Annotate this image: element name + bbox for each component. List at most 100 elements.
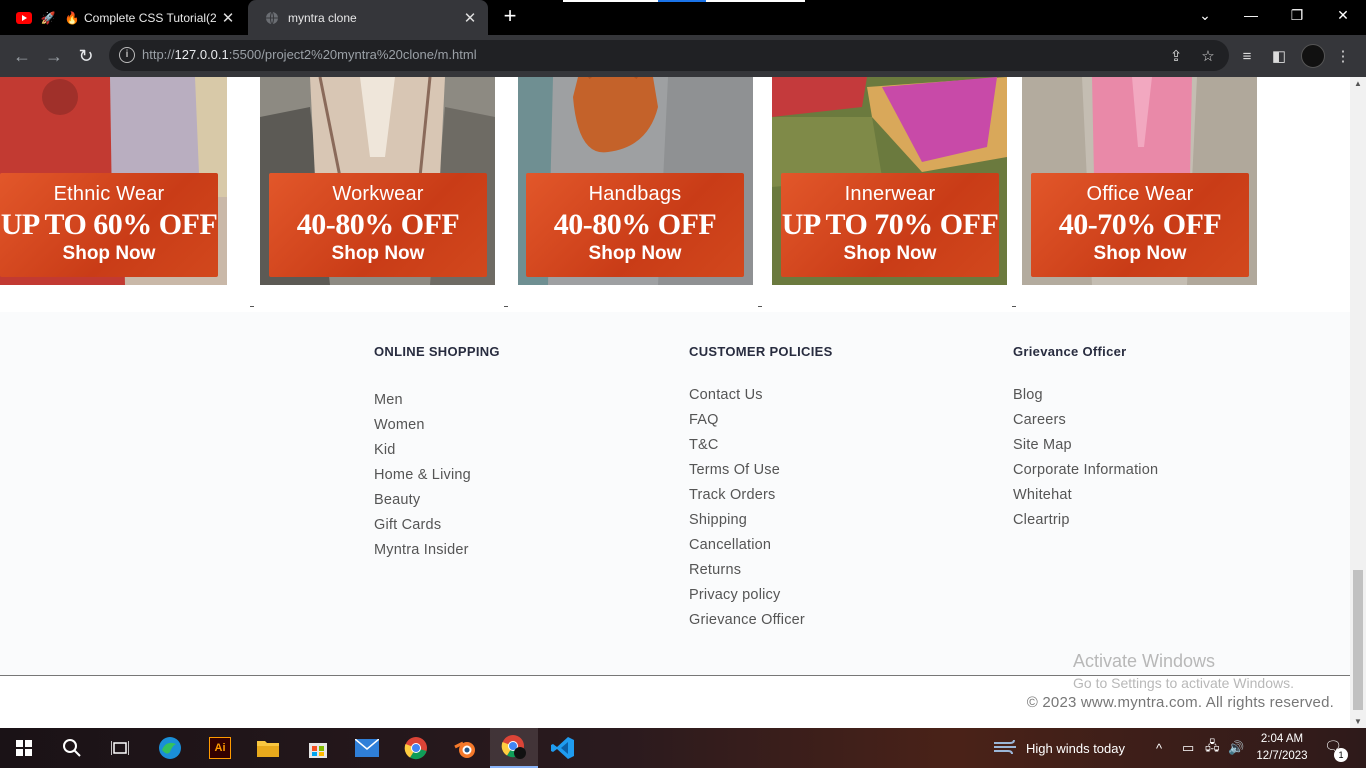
banner-offer: 40-80% OFF xyxy=(296,208,460,241)
footer-link-list: Men Women Kid Home & Living Beauty Gift … xyxy=(374,388,471,563)
vscode-icon[interactable] xyxy=(539,728,587,768)
shop-now-link[interactable]: Shop Now xyxy=(269,243,487,265)
edge-browser-icon[interactable] xyxy=(146,728,194,768)
close-tab-icon[interactable]: ✕ xyxy=(458,9,482,27)
banner-innerwear[interactable]: Innerwear UP TO 70% OFF Shop Now xyxy=(772,77,1007,285)
banner-category: Ethnic Wear xyxy=(53,183,165,205)
footer-link[interactable]: Women xyxy=(374,413,471,438)
site-footer: ONLINE SHOPPING Men Women Kid Home & Liv… xyxy=(0,312,1350,675)
close-tab-icon[interactable]: ✕ xyxy=(216,9,240,27)
side-panel-icon[interactable]: ◧ xyxy=(1269,46,1289,66)
footer-link[interactable]: Myntra Insider xyxy=(374,538,471,563)
banner-ethnic-wear[interactable]: Ethnic Wear UP TO 60% OFF Shop Now xyxy=(0,77,227,285)
windows-taskbar: Ai High winds today ^ ▭ 🖧 🔊 2:04 AM 12/7… xyxy=(0,728,1366,768)
shop-now-link[interactable]: Shop Now xyxy=(781,243,999,265)
device-icon[interactable]: ▭ xyxy=(1182,728,1194,768)
footer-link[interactable]: Terms Of Use xyxy=(689,458,805,483)
separator-mark xyxy=(250,306,254,307)
youtube-icon xyxy=(16,10,32,26)
footer-link[interactable]: Cancellation xyxy=(689,533,805,558)
footer-link[interactable]: Beauty xyxy=(374,488,471,513)
bookmark-star-icon[interactable]: ☆ xyxy=(1198,46,1218,66)
microsoft-store-icon[interactable] xyxy=(294,728,342,768)
new-tab-button[interactable]: + xyxy=(498,5,522,29)
footer-link[interactable]: T&C xyxy=(689,433,805,458)
footer-link[interactable]: Cleartrip xyxy=(1013,508,1158,533)
page-scrollbar[interactable]: ▲ ▼ xyxy=(1350,77,1366,728)
wind-icon xyxy=(994,738,1018,759)
footer-link[interactable]: Grievance Officer xyxy=(689,608,805,633)
close-window-button[interactable]: ✕ xyxy=(1320,0,1366,30)
footer-link[interactable]: Careers xyxy=(1013,408,1158,433)
web-page: Ethnic Wear UP TO 60% OFF Shop Now Workw… xyxy=(0,77,1350,728)
footer-link[interactable]: Home & Living xyxy=(374,463,471,488)
url-host: 127.0.0.1 xyxy=(174,47,229,62)
footer-link[interactable]: Gift Cards xyxy=(374,513,471,538)
blender-icon[interactable] xyxy=(441,728,489,768)
footer-link[interactable]: Kid xyxy=(374,438,471,463)
network-icon[interactable]: 🖧 xyxy=(1205,728,1220,768)
rocket-icon: 🚀 xyxy=(40,10,56,25)
watermark-subtitle: Go to Settings to activate Windows. xyxy=(1073,675,1294,691)
tab-css-tutorial[interactable]: 🚀 🔥 Complete CSS Tutorial(20 ✕ xyxy=(0,0,246,35)
share-icon[interactable]: ⇪ xyxy=(1166,46,1186,66)
file-explorer-icon[interactable] xyxy=(244,728,292,768)
profile-avatar[interactable] xyxy=(1301,44,1325,68)
footer-link[interactable]: Privacy policy xyxy=(689,583,805,608)
taskbar-clock[interactable]: 2:04 AM 12/7/2023 xyxy=(1255,731,1309,765)
forward-icon[interactable]: → xyxy=(41,43,67,69)
footer-link[interactable]: Men xyxy=(374,388,471,413)
browser-tab-strip: 🚀 🔥 Complete CSS Tutorial(20 ✕ myntra cl… xyxy=(0,0,1366,35)
footer-link[interactable]: Track Orders xyxy=(689,483,805,508)
media-controls-icon[interactable]: ≡ xyxy=(1237,46,1257,66)
separator-mark xyxy=(1012,306,1016,307)
scroll-up-arrow-icon[interactable]: ▲ xyxy=(1354,79,1362,88)
chrome-profile-icon[interactable] xyxy=(490,728,538,768)
footer-link[interactable]: Corporate Information xyxy=(1013,458,1158,483)
volume-icon[interactable]: 🔊 xyxy=(1228,728,1244,768)
banner-handbags[interactable]: Handbags 40-80% OFF Shop Now xyxy=(518,77,753,285)
minimize-button[interactable]: — xyxy=(1228,0,1274,30)
show-hidden-icons-chevron-icon[interactable]: ^ xyxy=(1156,728,1162,768)
banner-offer: UP TO 60% OFF xyxy=(0,208,218,241)
browser-toolbar: ← → ↻ i http://127.0.0.1:5500/project2%2… xyxy=(0,35,1366,77)
chrome-icon[interactable] xyxy=(392,728,440,768)
tab-myntra-clone[interactable]: myntra clone ✕ xyxy=(248,0,488,35)
footer-link[interactable]: Shipping xyxy=(689,508,805,533)
tab-search-icon[interactable]: ⌄ xyxy=(1182,0,1228,30)
footer-link[interactable]: Blog xyxy=(1013,383,1158,408)
restore-button[interactable]: ❐ xyxy=(1274,0,1320,30)
address-bar[interactable]: i http://127.0.0.1:5500/project2%20myntr… xyxy=(109,40,1229,71)
site-info-icon[interactable]: i xyxy=(119,47,135,63)
scrollbar-thumb[interactable] xyxy=(1353,570,1363,710)
illustrator-icon[interactable]: Ai xyxy=(196,728,244,768)
back-icon[interactable]: ← xyxy=(9,43,35,69)
banner-workwear[interactable]: Workwear 40-80% OFF Shop Now xyxy=(260,77,495,285)
url-text[interactable]: http://127.0.0.1:5500/project2%20myntra%… xyxy=(142,47,477,62)
shop-now-link[interactable]: Shop Now xyxy=(1031,243,1249,265)
menu-kebab-icon[interactable]: ⋮ xyxy=(1333,46,1353,66)
banner-promo-box: Office Wear 40-70% OFF Shop Now xyxy=(1031,173,1249,277)
weather-widget[interactable]: High winds today xyxy=(994,728,1125,768)
reload-icon[interactable]: ↻ xyxy=(73,43,99,69)
scroll-down-arrow-icon[interactable]: ▼ xyxy=(1354,717,1362,726)
task-view-icon[interactable] xyxy=(96,728,144,768)
globe-icon xyxy=(264,10,280,26)
search-icon[interactable] xyxy=(48,728,96,768)
copyright-text: © 2023 www.myntra.com. All rights reserv… xyxy=(1026,694,1334,711)
weather-text: High winds today xyxy=(1026,740,1125,756)
banner-promo-box: Ethnic Wear UP TO 60% OFF Shop Now xyxy=(0,173,218,277)
footer-link[interactable]: Whitehat xyxy=(1013,483,1158,508)
shop-now-link[interactable]: Shop Now xyxy=(0,243,218,265)
banner-category: Workwear xyxy=(332,183,424,205)
footer-link[interactable]: FAQ xyxy=(689,408,805,433)
shop-now-link[interactable]: Shop Now xyxy=(526,243,744,265)
footer-link[interactable]: Returns xyxy=(689,558,805,583)
notification-center-icon[interactable]: 🗨 1 xyxy=(1322,738,1348,762)
footer-link[interactable]: Site Map xyxy=(1013,433,1158,458)
start-windows-icon[interactable] xyxy=(0,728,48,768)
banner-offer: UP TO 70% OFF xyxy=(781,208,999,241)
footer-link[interactable]: Contact Us xyxy=(689,383,805,408)
banner-office-wear[interactable]: Office Wear 40-70% OFF Shop Now xyxy=(1022,77,1257,285)
mail-icon[interactable] xyxy=(343,728,391,768)
